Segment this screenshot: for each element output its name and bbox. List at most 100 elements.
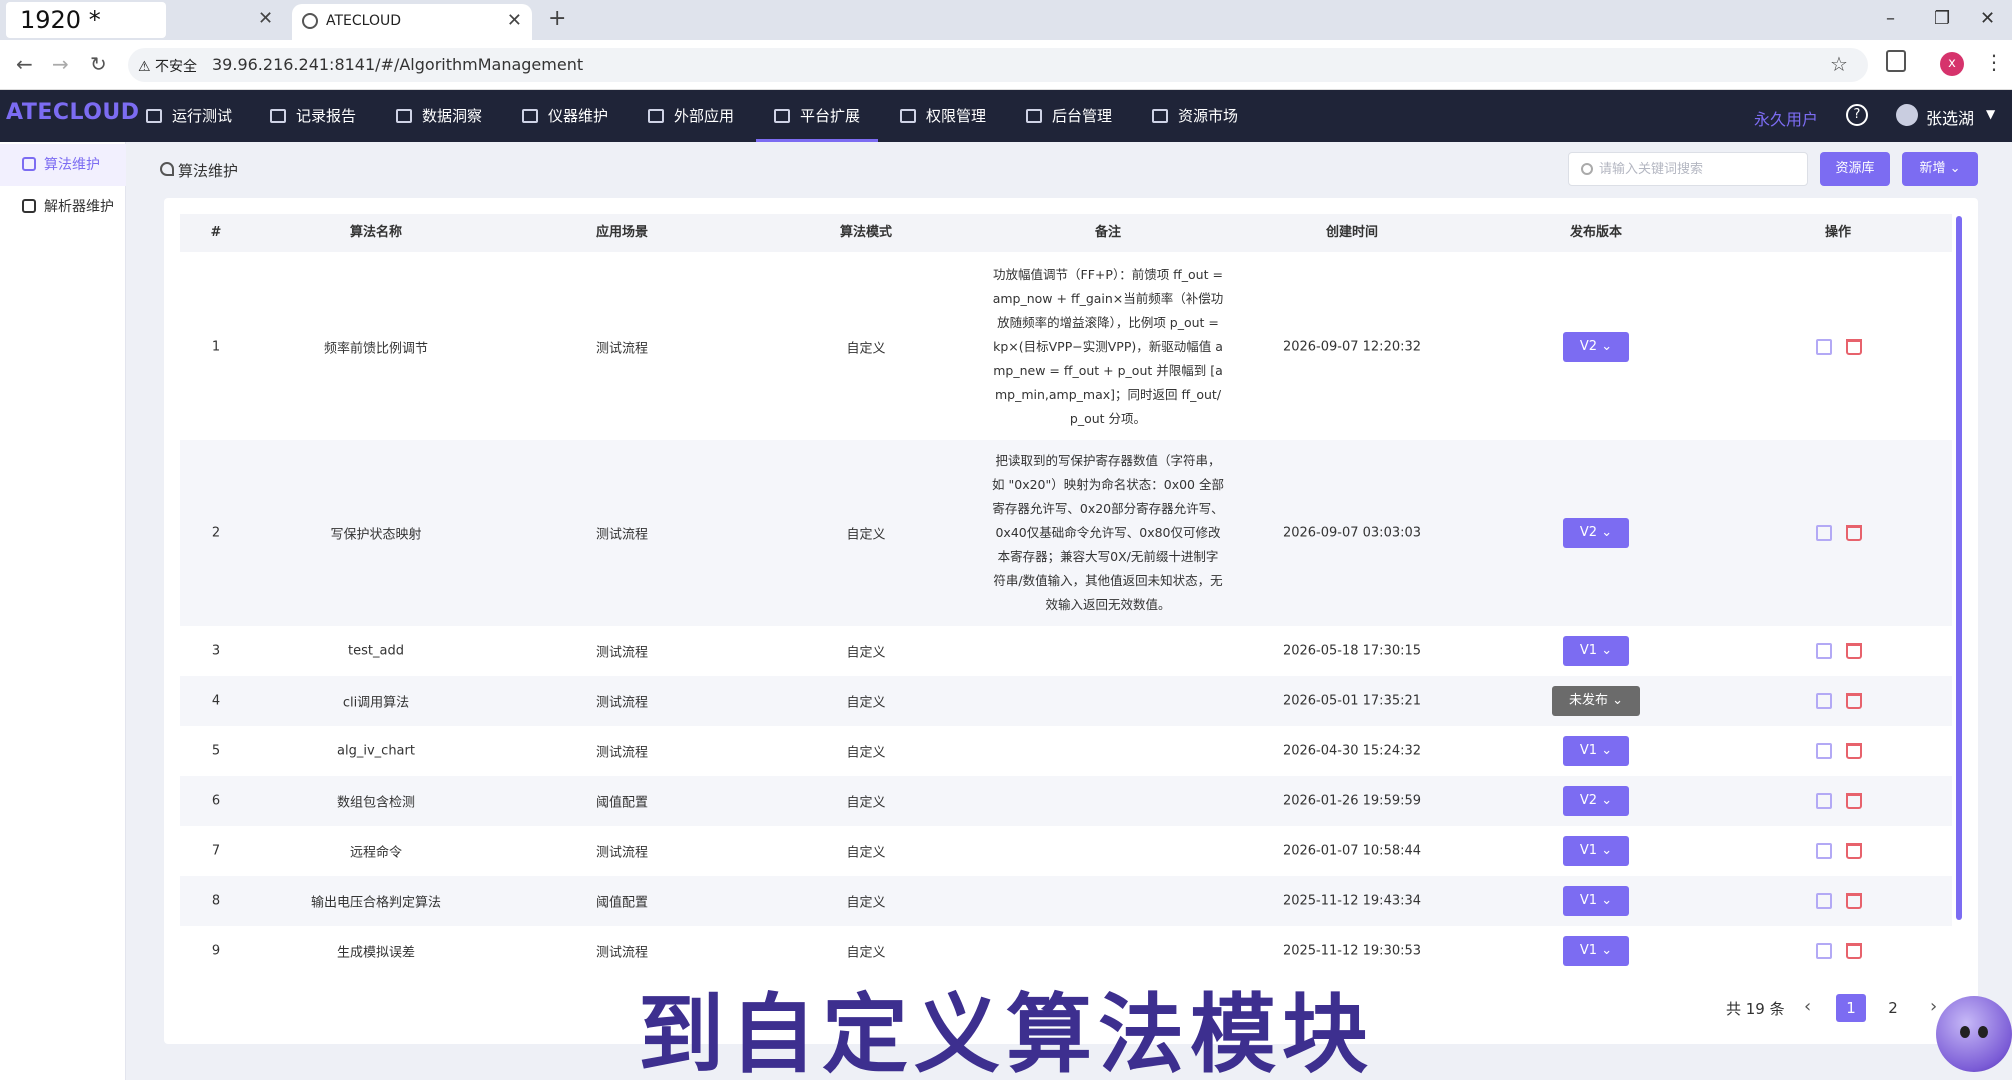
edit-icon[interactable]: [1816, 693, 1832, 709]
delete-icon[interactable]: [1846, 693, 1862, 709]
version-dropdown[interactable]: V1 ⌄: [1563, 886, 1629, 916]
application-scene: 测试流程: [595, 695, 649, 711]
algorithm-note: 把读取到的写保护寄存器数值（字符串，如 "0x20"）映射为命名状态：0x00 …: [992, 453, 1224, 612]
delete-icon[interactable]: [1846, 893, 1862, 909]
table-row[interactable]: 7 远程命令 测试流程 自定义 2026-01-07 10:58:44 V1 ⌄: [180, 826, 1952, 876]
edit-icon[interactable]: [1816, 943, 1832, 959]
nav-instrument[interactable]: 仪器维护: [522, 90, 608, 142]
created-time: 2026-04-30 15:24:32: [1282, 743, 1422, 759]
report-icon: [270, 109, 286, 123]
new-tab-icon[interactable]: +: [548, 6, 566, 31]
back-icon[interactable]: ←: [16, 52, 33, 76]
insecure-warning[interactable]: ⚠ 不安全: [138, 56, 197, 76]
sidebar-item-parser[interactable]: 解析器维护: [0, 186, 126, 228]
algorithm-mode: 自定义: [846, 795, 886, 811]
user-avatar[interactable]: [1896, 104, 1918, 126]
browser-menu-icon[interactable]: ⋮: [1984, 50, 2004, 74]
table-row[interactable]: 8 输出电压合格判定算法 阈值配置 自定义 2025-11-12 19:43:3…: [180, 876, 1952, 926]
delete-icon[interactable]: [1846, 843, 1862, 859]
algorithm-name: 远程命令: [349, 845, 403, 861]
row-index: 5: [211, 743, 221, 759]
resource-library-button[interactable]: 资源库: [1820, 152, 1890, 186]
table-row[interactable]: 6 数组包含检测 阈值配置 自定义 2026-01-26 19:59:59 V2…: [180, 776, 1952, 826]
row-index: 1: [211, 339, 221, 355]
sidebar-item-algorithm[interactable]: 算法维护: [0, 144, 126, 186]
profile-avatar[interactable]: x: [1940, 52, 1964, 76]
browser-tab[interactable]: ATECLOUD ✕: [292, 4, 532, 40]
edit-icon[interactable]: [1816, 339, 1832, 355]
sidebar: 算法维护 解析器维护: [0, 142, 126, 1080]
version-dropdown[interactable]: 未发布 ⌄: [1552, 686, 1640, 716]
extensions-icon[interactable]: [1886, 50, 1906, 72]
edit-icon[interactable]: [1816, 525, 1832, 541]
table-row[interactable]: 1 频率前馈比例调节 测试流程 自定义 功放幅值调节（FF+P）：前馈项 ff_…: [180, 254, 1952, 440]
col-created: 创建时间: [1325, 225, 1379, 240]
created-time: 2025-11-12 19:43:34: [1282, 893, 1422, 909]
col-mode: 算法模式: [839, 225, 893, 240]
close-icon[interactable]: ✕: [258, 8, 273, 29]
search-box[interactable]: [1568, 152, 1808, 186]
edit-icon[interactable]: [1816, 893, 1832, 909]
restore-icon[interactable]: ❐: [1934, 8, 1950, 29]
nav-reports[interactable]: 记录报告: [270, 90, 356, 142]
algorithm-name: 生成模拟误差: [336, 945, 416, 961]
version-dropdown[interactable]: V1 ⌄: [1563, 936, 1629, 966]
row-index: 7: [211, 843, 221, 859]
tab-close-icon[interactable]: ✕: [507, 10, 522, 31]
version-dropdown[interactable]: V2 ⌄: [1563, 332, 1629, 362]
delete-icon[interactable]: [1846, 743, 1862, 759]
nav-run-test[interactable]: 运行测试: [146, 90, 232, 142]
reload-icon[interactable]: ↻: [90, 52, 107, 76]
search-input[interactable]: [1599, 157, 1799, 181]
app-logo: ATECLOUD: [6, 100, 140, 125]
help-icon[interactable]: ?: [1846, 104, 1868, 126]
add-button[interactable]: 新增 ⌄: [1902, 152, 1978, 186]
nav-resource-market[interactable]: 资源市场: [1152, 90, 1238, 142]
nav-platform-extension[interactable]: 平台扩展: [756, 90, 879, 142]
created-time: 2026-01-07 10:58:44: [1282, 843, 1422, 859]
user-name[interactable]: 张选湖: [1926, 105, 1974, 129]
edit-icon[interactable]: [1816, 643, 1832, 659]
algorithm-name: alg_iv_chart: [337, 743, 415, 759]
forward-icon[interactable]: →: [52, 52, 69, 76]
version-dropdown[interactable]: V2 ⌄: [1563, 786, 1629, 816]
nav-data-insight[interactable]: 数据洞察: [396, 90, 482, 142]
tab-title: ATECLOUD: [326, 13, 402, 29]
algorithm-mode: 自定义: [846, 845, 886, 861]
delete-icon[interactable]: [1846, 943, 1862, 959]
col-version: 发布版本: [1569, 225, 1623, 240]
edit-icon[interactable]: [1816, 743, 1832, 759]
user-menu-caret-icon[interactable]: ▼: [1986, 107, 1995, 121]
nav-external-apps[interactable]: 外部应用: [648, 90, 734, 142]
app-top-nav: ATECLOUD 运行测试 记录报告 数据洞察 仪器维护 外部应用 平台扩展 权…: [0, 90, 2012, 142]
edit-icon[interactable]: [1816, 843, 1832, 859]
table-row[interactable]: 4 cli调用算法 测试流程 自定义 2026-05-01 17:35:21 未…: [180, 676, 1952, 726]
minimize-icon[interactable]: –: [1886, 8, 1895, 29]
gear-icon: [22, 157, 36, 171]
delete-icon[interactable]: [1846, 643, 1862, 659]
bookmark-star-icon[interactable]: ☆: [1830, 52, 1848, 76]
version-dropdown[interactable]: V1 ⌄: [1563, 636, 1629, 666]
created-time: 2026-09-07 03:03:03: [1282, 525, 1422, 541]
run-test-icon: [146, 109, 162, 123]
version-dropdown[interactable]: V1 ⌄: [1563, 836, 1629, 866]
delete-icon[interactable]: [1846, 793, 1862, 809]
version-dropdown[interactable]: V1 ⌄: [1563, 736, 1629, 766]
version-dropdown[interactable]: V2 ⌄: [1563, 518, 1629, 548]
table-row[interactable]: 2 写保护状态映射 测试流程 自定义 把读取到的写保护寄存器数值（字符串，如 "…: [180, 440, 1952, 626]
col-actions: 操作: [1824, 225, 1852, 240]
video-caption: 到自定义算法模块: [638, 985, 1374, 1080]
table-row[interactable]: 3 test_add 测试流程 自定义 2026-05-18 17:30:15 …: [180, 626, 1952, 676]
edit-icon[interactable]: [1816, 793, 1832, 809]
url-field[interactable]: ⚠ 不安全 39.96.216.241:8141/#/AlgorithmMana…: [128, 48, 1868, 82]
algorithm-name: 频率前馈比例调节: [323, 341, 429, 357]
nav-backend[interactable]: 后台管理: [1026, 90, 1112, 142]
table-row[interactable]: 5 alg_iv_chart 测试流程 自定义 2026-04-30 15:24…: [180, 726, 1952, 776]
algorithm-name: 输出电压合格判定算法: [310, 895, 442, 911]
nav-permissions[interactable]: 权限管理: [900, 90, 986, 142]
window-close-icon[interactable]: ✕: [1980, 8, 1995, 29]
table-header: # 算法名称 应用场景 算法模式 备注 创建时间 发布版本 操作: [180, 214, 1952, 252]
delete-icon[interactable]: [1846, 339, 1862, 355]
table-scrollbar[interactable]: [1956, 216, 1962, 920]
delete-icon[interactable]: [1846, 525, 1862, 541]
